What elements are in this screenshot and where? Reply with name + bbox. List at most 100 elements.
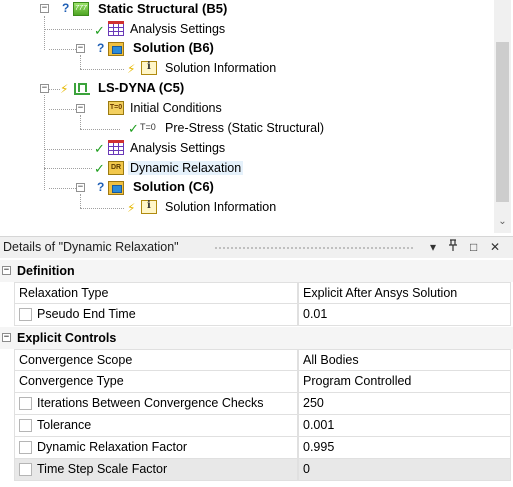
status-question-icon: ?	[62, 1, 70, 15]
property-name: Relaxation Type	[14, 282, 298, 304]
property-name-cell: Dynamic Relaxation Factor	[14, 437, 298, 459]
section-collapse-toggle[interactable]: −	[2, 266, 11, 275]
property-value[interactable]: 0.001	[298, 415, 511, 437]
property-row-tolerance[interactable]: Tolerance 0.001	[0, 415, 513, 437]
tree-item-label: Initial Conditions	[130, 101, 222, 115]
tree-item-label: Static Structural (B5)	[98, 1, 228, 16]
tree-item-initial-conditions[interactable]: Initial Conditions	[128, 98, 224, 118]
tree-connector	[48, 89, 60, 91]
ls-dyna-icon	[73, 81, 90, 95]
collapse-toggle[interactable]: −	[40, 4, 49, 13]
tree-item-solution-information-c6[interactable]: Solution Information	[163, 197, 278, 217]
property-name-cell: Iterations Between Convergence Checks	[14, 393, 298, 415]
property-value[interactable]: 250	[298, 393, 511, 415]
status-check-icon: ✓	[128, 121, 139, 136]
parameter-checkbox[interactable]	[19, 441, 32, 454]
parameter-checkbox[interactable]	[19, 308, 32, 321]
collapse-toggle[interactable]: −	[76, 44, 85, 53]
close-icon[interactable]: ✕	[490, 237, 500, 258]
tree-item-label: Analysis Settings	[130, 22, 226, 36]
property-value[interactable]: Program Controlled	[298, 371, 511, 393]
property-value[interactable]: 0	[298, 459, 511, 481]
property-name-cell: Pseudo End Time	[14, 304, 298, 326]
initial-conditions-icon: T=0	[108, 101, 124, 115]
solution-information-icon	[141, 61, 157, 75]
section-collapse-toggle[interactable]: −	[2, 333, 11, 342]
tree-connector	[80, 69, 124, 71]
property-value[interactable]: All Bodies	[298, 349, 511, 371]
status-check-icon: ✓	[94, 141, 105, 156]
status-bolt-icon: ⚡	[127, 62, 136, 76]
parameter-checkbox[interactable]	[19, 463, 32, 476]
outline-tree: − ? Static Structural (B5) ✓ Analysis Se…	[0, 0, 513, 233]
section-definition[interactable]: − Definition	[0, 260, 513, 282]
property-value[interactable]: Explicit After Ansys Solution	[298, 282, 511, 304]
details-pane-header: Details of "Dynamic Relaxation" ▾ □ ✕	[0, 236, 513, 258]
tree-item-solution-information-b6[interactable]: Solution Information	[163, 58, 278, 78]
tree-item-static-structural[interactable]: Static Structural (B5)	[96, 0, 229, 19]
property-name: Iterations Between Convergence Checks	[37, 396, 264, 410]
drag-grip[interactable]	[214, 246, 414, 250]
section-label: Definition	[17, 264, 75, 278]
status-bolt-icon: ⚡	[60, 82, 69, 96]
property-row-iterations-between-checks[interactable]: Iterations Between Convergence Checks 25…	[0, 393, 513, 415]
collapse-toggle[interactable]: −	[76, 104, 85, 113]
tree-connector	[44, 149, 92, 151]
tree-connector	[49, 188, 76, 190]
scroll-down-arrow-icon[interactable]: ⌄	[494, 213, 511, 231]
tree-item-analysis-settings-b5[interactable]: Analysis Settings	[128, 19, 227, 39]
dropdown-arrow-icon[interactable]: ▾	[430, 237, 436, 258]
analysis-settings-icon	[108, 21, 124, 36]
parameter-checkbox[interactable]	[19, 419, 32, 432]
static-structural-icon	[73, 2, 89, 16]
section-explicit-controls[interactable]: − Explicit Controls	[0, 327, 513, 349]
tree-connector	[44, 16, 46, 50]
tree-item-dynamic-relaxation[interactable]: Dynamic Relaxation	[128, 158, 244, 178]
tree-connector	[80, 129, 120, 131]
property-name: Tolerance	[37, 418, 92, 432]
tree-item-label: Solution (B6)	[133, 40, 214, 55]
status-check-icon: ✓	[94, 161, 105, 176]
solution-information-icon	[141, 200, 157, 214]
property-row-pseudo-end-time[interactable]: Pseudo End Time 0.01	[0, 304, 513, 326]
pin-icon[interactable]	[448, 237, 458, 258]
tree-item-label: Dynamic Relaxation	[128, 161, 244, 175]
tree-connector	[44, 95, 46, 190]
property-name: Convergence Type	[14, 371, 298, 393]
property-row-convergence-scope[interactable]: Convergence Scope All Bodies	[0, 349, 513, 371]
property-name: Convergence Scope	[14, 349, 298, 371]
tree-item-label: LS-DYNA (C5)	[98, 80, 185, 95]
tree-connector	[49, 49, 76, 51]
property-row-dynamic-relaxation-factor[interactable]: Dynamic Relaxation Factor 0.995	[0, 437, 513, 459]
property-row-time-step-scale-factor[interactable]: Time Step Scale Factor 0	[0, 459, 513, 481]
tree-item-label: Solution (C6)	[133, 179, 214, 194]
tree-item-solution-c6[interactable]: Solution (C6)	[131, 177, 216, 197]
status-bolt-icon: ⚡	[127, 201, 136, 215]
property-row-convergence-type[interactable]: Convergence Type Program Controlled	[0, 371, 513, 393]
tree-item-label: Analysis Settings	[130, 141, 226, 155]
dynamic-relaxation-icon	[108, 161, 124, 175]
property-value[interactable]: 0.995	[298, 437, 511, 459]
scrollbar-thumb[interactable]	[496, 42, 509, 202]
property-name-cell: Tolerance	[14, 415, 298, 437]
tree-item-solution-b6[interactable]: Solution (B6)	[131, 38, 216, 58]
property-name: Dynamic Relaxation Factor	[37, 440, 188, 454]
tree-item-analysis-settings-c5[interactable]: Analysis Settings	[128, 138, 227, 158]
tree-scrollbar[interactable]: ⌄	[494, 0, 511, 233]
tree-item-pre-stress[interactable]: Pre-Stress (Static Structural)	[163, 118, 326, 138]
details-title: Details of "Dynamic Relaxation"	[3, 240, 179, 254]
tree-item-label: Pre-Stress (Static Structural)	[165, 121, 325, 135]
maximize-icon[interactable]: □	[470, 237, 477, 258]
property-row-relaxation-type[interactable]: Relaxation Type Explicit After Ansys Sol…	[0, 282, 513, 304]
tree-connector	[44, 29, 92, 31]
tree-item-ls-dyna[interactable]: LS-DYNA (C5)	[96, 78, 186, 98]
solution-icon	[108, 181, 124, 195]
property-value[interactable]: 0.01	[298, 304, 511, 326]
parameter-checkbox[interactable]	[19, 397, 32, 410]
status-question-icon: ?	[97, 41, 105, 55]
pin-icon-svg	[449, 239, 457, 251]
pre-stress-icon: T=0	[140, 122, 156, 132]
property-name: Time Step Scale Factor	[37, 462, 168, 476]
collapse-toggle[interactable]: −	[40, 84, 49, 93]
collapse-toggle[interactable]: −	[76, 183, 85, 192]
